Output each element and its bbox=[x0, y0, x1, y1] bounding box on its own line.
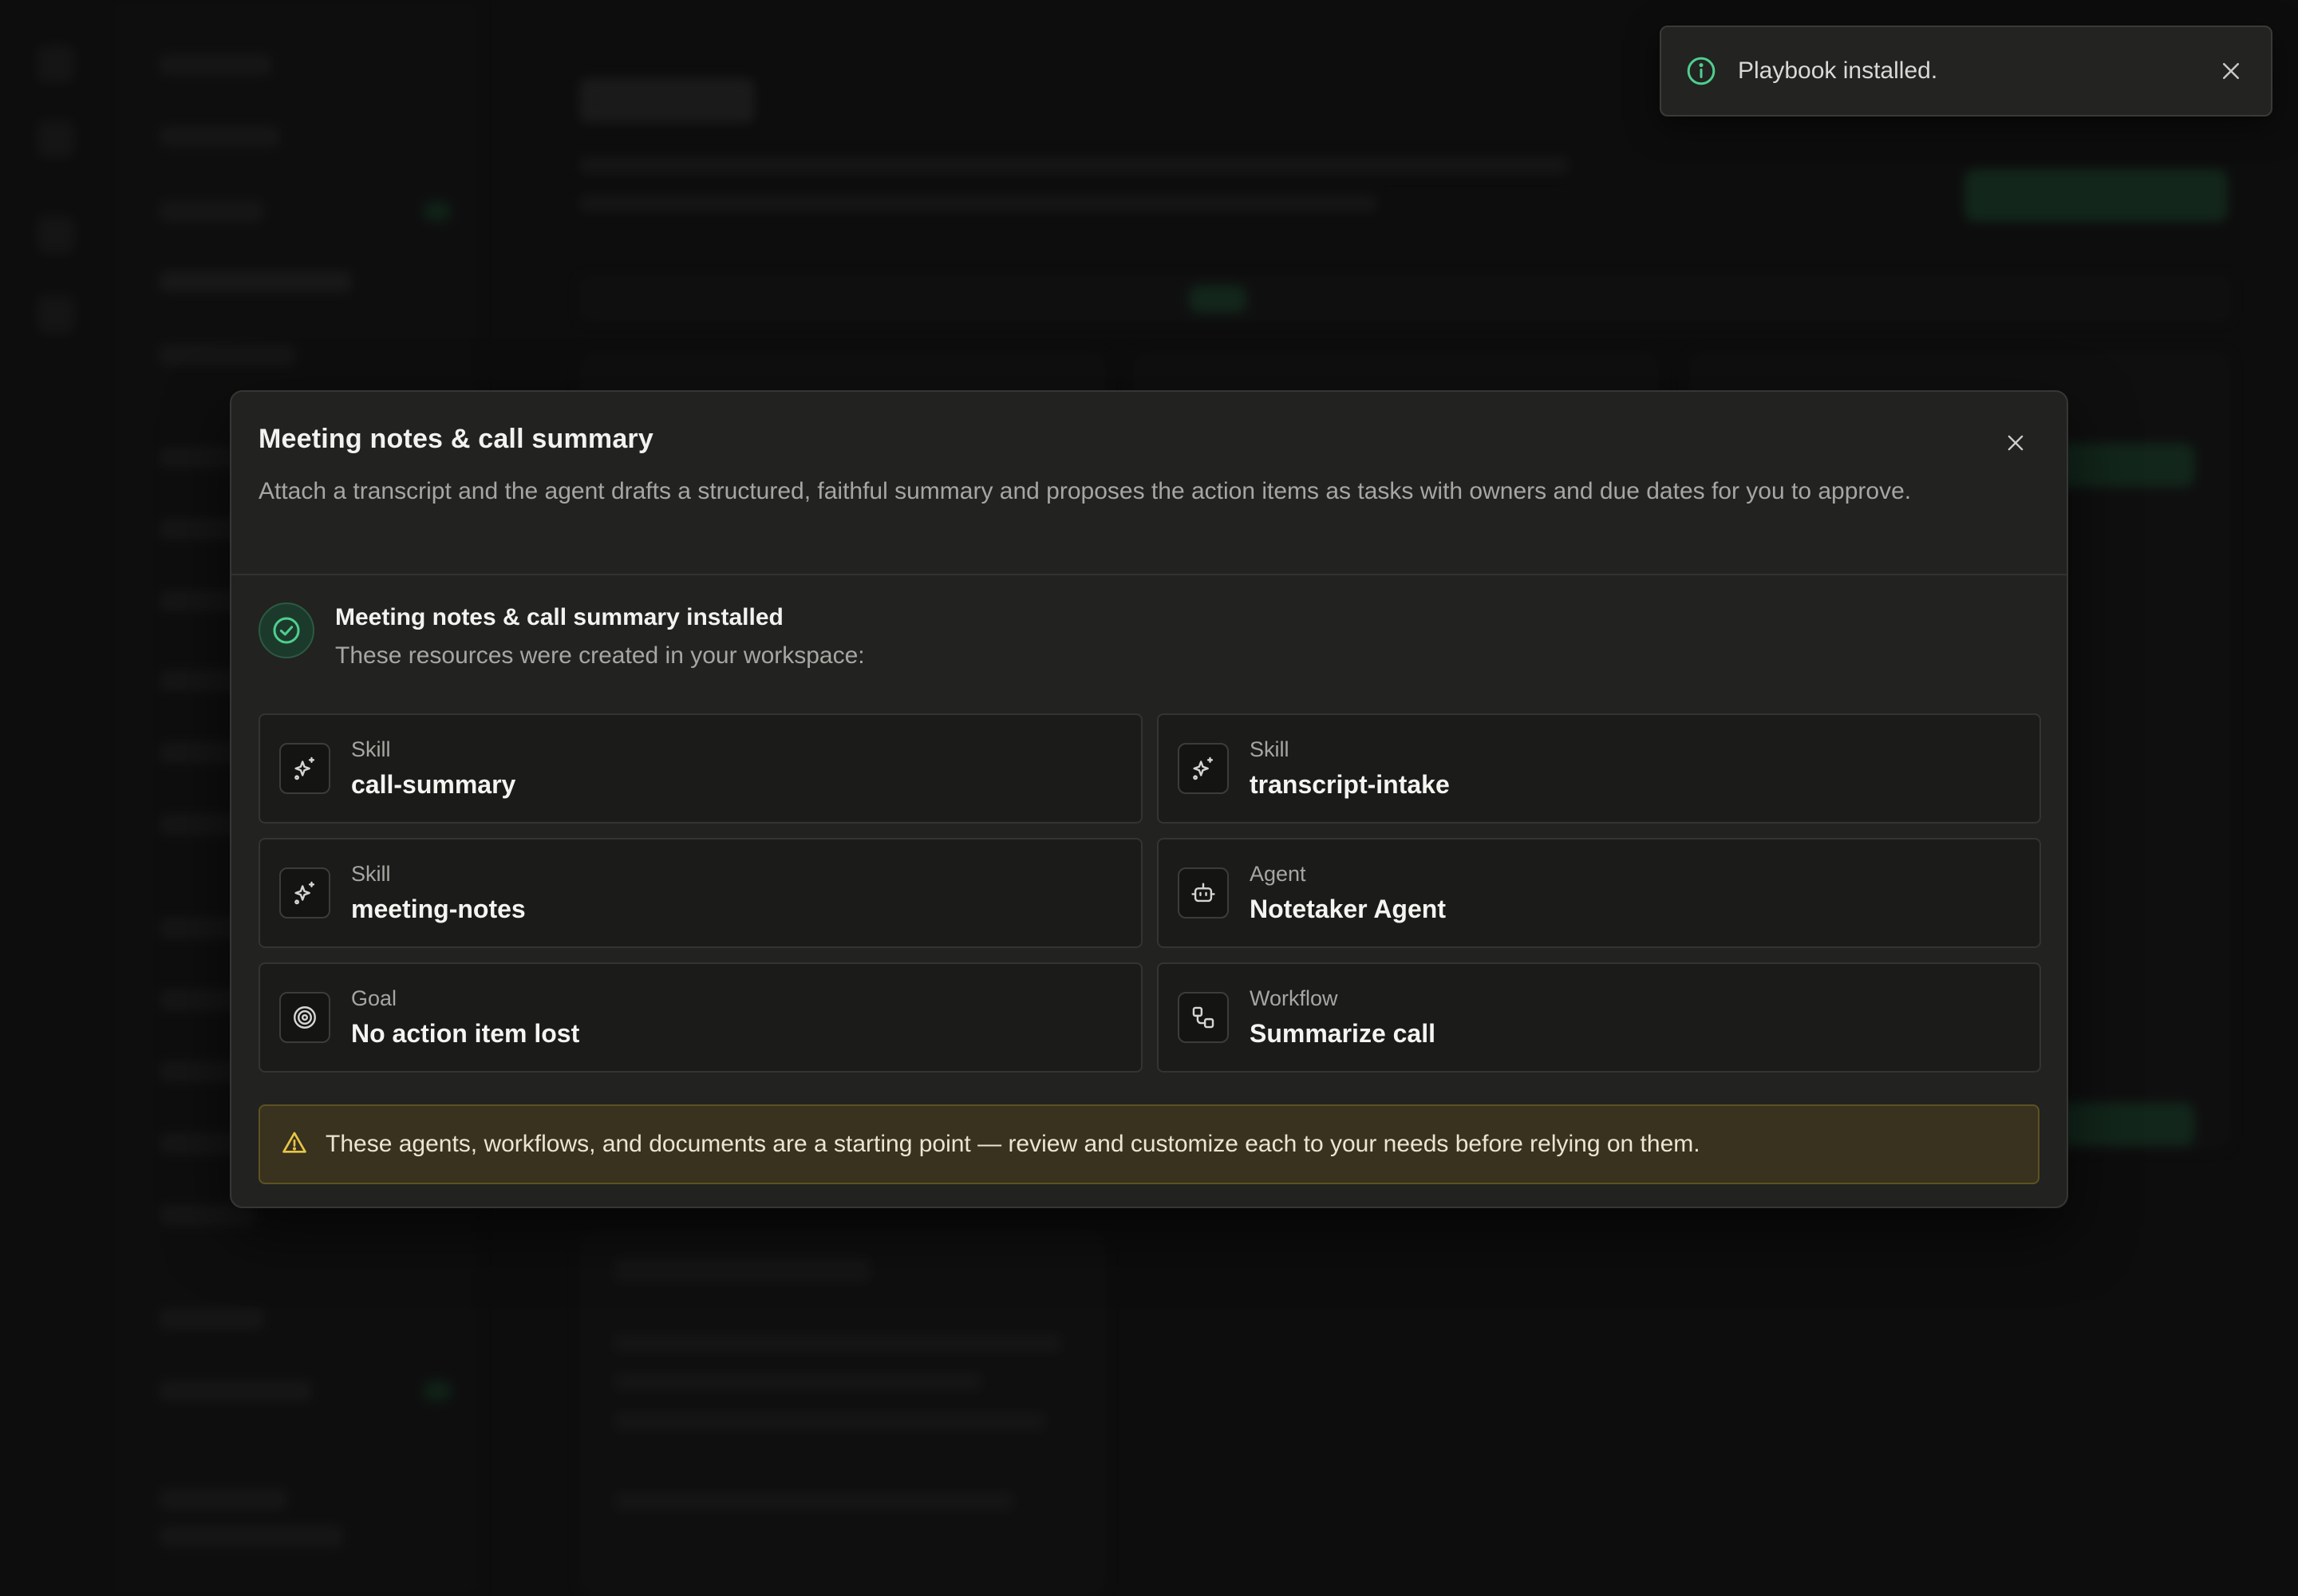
playbook-modal: Meeting notes & call summary Attach a tr… bbox=[230, 390, 2068, 1208]
resource-type: Agent bbox=[1250, 862, 1306, 886]
resource-type: Goal bbox=[351, 986, 397, 1010]
warning-icon bbox=[281, 1129, 308, 1160]
warning-banner: These agents, workflows, and documents a… bbox=[259, 1104, 2039, 1184]
installed-title: Meeting notes & call summary installed bbox=[335, 604, 784, 630]
robot-icon bbox=[1178, 867, 1229, 918]
resource-card-summarize-call[interactable]: Workflow Summarize call bbox=[1157, 962, 2041, 1073]
close-icon bbox=[2008, 435, 2024, 451]
resource-name: call-summary bbox=[351, 770, 516, 799]
check-circle-icon bbox=[259, 602, 314, 658]
resource-card-notetaker-agent[interactable]: Agent Notetaker Agent bbox=[1157, 838, 2041, 948]
modal-header: Meeting notes & call summary Attach a tr… bbox=[231, 392, 2067, 575]
modal-close-button[interactable] bbox=[1998, 425, 2033, 460]
target-icon bbox=[279, 992, 330, 1043]
resource-card-goal[interactable]: Goal No action item lost bbox=[259, 962, 1143, 1073]
resource-card-meeting-notes[interactable]: Skill meeting-notes bbox=[259, 838, 1143, 948]
close-icon bbox=[2223, 63, 2239, 79]
resource-type: Workflow bbox=[1250, 986, 1338, 1010]
resource-type: Skill bbox=[351, 862, 391, 886]
toast-message: Playbook installed. bbox=[1738, 57, 1938, 84]
modal-body: Meeting notes & call summary installed T… bbox=[231, 602, 2067, 1184]
info-icon bbox=[1685, 55, 1717, 87]
modal-description: Attach a transcript and the agent drafts… bbox=[259, 478, 1912, 504]
resource-name: Notetaker Agent bbox=[1250, 895, 1446, 923]
resource-card-call-summary[interactable]: Skill call-summary bbox=[259, 713, 1143, 824]
resource-name: Summarize call bbox=[1250, 1019, 1435, 1048]
toast-notification: Playbook installed. bbox=[1660, 26, 2272, 117]
toast-close-button[interactable] bbox=[2215, 55, 2247, 87]
installed-subtitle: These resources were created in your wor… bbox=[335, 642, 865, 669]
warning-text: These agents, workflows, and documents a… bbox=[326, 1131, 1700, 1157]
resource-card-transcript-intake[interactable]: Skill transcript-intake bbox=[1157, 713, 2041, 824]
sparkle-icon bbox=[279, 743, 330, 794]
installed-banner: Meeting notes & call summary installed T… bbox=[259, 602, 2039, 678]
resource-name: meeting-notes bbox=[351, 895, 526, 923]
resource-name: transcript-intake bbox=[1250, 770, 1450, 799]
modal-title: Meeting notes & call summary bbox=[259, 424, 653, 454]
workflow-icon bbox=[1178, 992, 1229, 1043]
resource-grid: Skill call-summary Skill transcript-inta… bbox=[259, 713, 2041, 1073]
resource-type: Skill bbox=[351, 737, 391, 761]
sparkle-icon bbox=[279, 867, 330, 918]
sparkle-icon bbox=[1178, 743, 1229, 794]
resource-name: No action item lost bbox=[351, 1019, 580, 1048]
resource-type: Skill bbox=[1250, 737, 1289, 761]
